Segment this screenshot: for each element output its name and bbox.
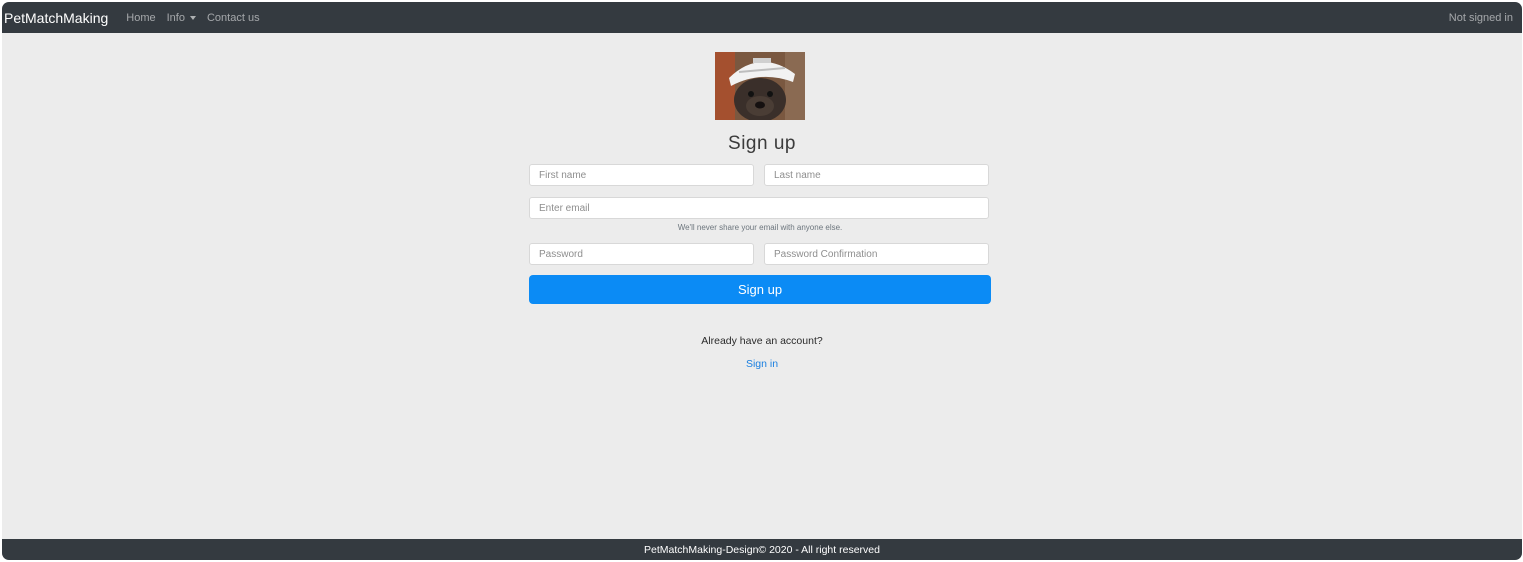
nav-link-contact[interactable]: Contact us <box>207 12 260 24</box>
brand-logo-text[interactable]: PetMatchMaking <box>4 10 108 26</box>
signup-button[interactable]: Sign up <box>529 275 991 304</box>
nav-link-home[interactable]: Home <box>126 12 155 24</box>
password-input[interactable] <box>529 243 754 265</box>
pet-avatar-image <box>715 52 805 120</box>
app-window: PetMatchMaking Home Info Contact us Not … <box>2 2 1522 560</box>
nav-dropdown-info[interactable]: Info <box>167 12 196 24</box>
email-input[interactable] <box>529 197 989 219</box>
nav-link-home-label: Home <box>126 11 156 24</box>
already-have-account-text: Already have an account? <box>701 335 823 347</box>
page-footer: PetMatchMaking-Design© 2020 - All right … <box>2 539 1522 560</box>
top-navbar: PetMatchMaking Home Info Contact us Not … <box>2 2 1522 33</box>
last-name-input[interactable] <box>764 164 989 186</box>
signin-link-row: Sign in <box>2 358 1522 370</box>
nav-dropdown-info-label: Info <box>166 11 185 24</box>
auth-status-text: Not signed in <box>1448 11 1513 24</box>
signin-link[interactable]: Sign in <box>746 358 778 370</box>
nav-link-contact-label: Contact us <box>206 11 260 24</box>
footer-copyright-text: PetMatchMaking-Design© 2020 - All right … <box>644 543 880 556</box>
password-confirmation-input[interactable] <box>764 243 989 265</box>
signup-heading: Sign up <box>728 133 796 154</box>
caret-down-icon <box>189 15 196 20</box>
pet-photo-graphic <box>715 52 805 120</box>
first-name-input[interactable] <box>529 164 754 186</box>
email-help-text: We'll never share your email with anyone… <box>677 223 843 232</box>
